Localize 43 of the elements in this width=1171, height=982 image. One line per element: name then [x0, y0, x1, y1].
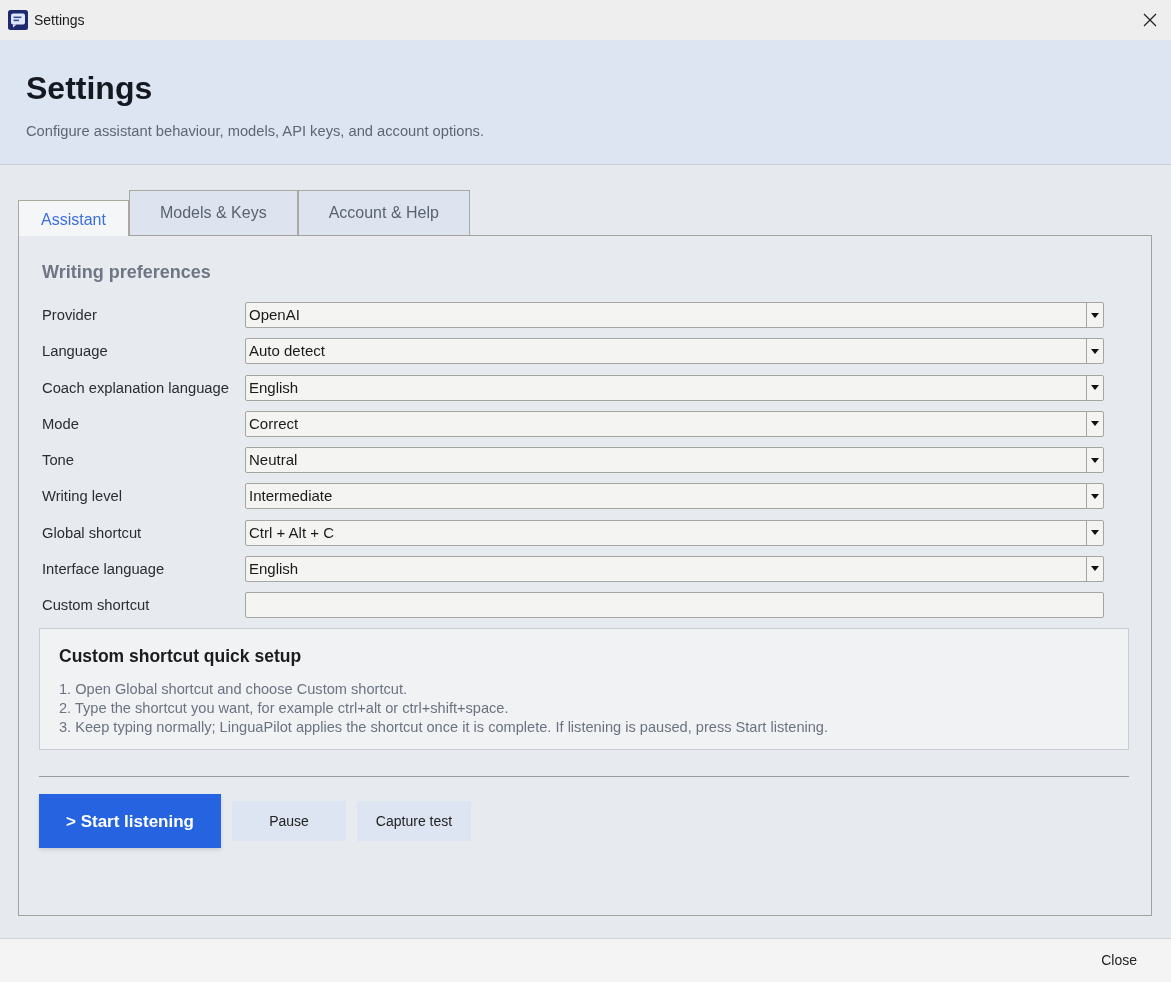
caret-icon — [1091, 385, 1099, 391]
app-icon — [8, 10, 28, 30]
instruction-line: 3. Keep typing normally; LinguaPilot applies the shortcut once it is complete. If listening is paused, press Start listening. — [59, 718, 829, 738]
caret-icon — [1091, 312, 1099, 318]
caret-icon — [1091, 348, 1099, 354]
page-title: Settings — [26, 69, 153, 108]
field-label: Tone — [42, 451, 75, 471]
tab[interactable]: Assistant — [18, 200, 129, 236]
tab[interactable]: Models & Keys — [128, 190, 298, 235]
dropdown[interactable]: Auto detect — [245, 338, 1104, 365]
field-label: Interface language — [42, 559, 166, 579]
field-label: Language — [42, 342, 109, 362]
field-label: Provider — [42, 306, 98, 326]
field-label: Writing level — [42, 487, 124, 507]
page-subtitle: Configure assistant behaviour, models, API keys, and account options. — [26, 122, 485, 140]
caret-icon — [1091, 457, 1099, 463]
window-title: Settings — [34, 10, 85, 30]
instruction-line: 2. Type the shortcut you want, for example ctrl+alt or ctrl+shift+space. — [59, 699, 509, 719]
field-label: Global shortcut — [42, 523, 143, 543]
caret-icon — [1091, 421, 1099, 427]
dropdown[interactable]: OpenAI — [245, 302, 1104, 329]
field-label: Custom shortcut — [42, 596, 151, 616]
dropdown[interactable]: English — [245, 555, 1104, 582]
close-button[interactable]: Close — [1101, 950, 1137, 971]
dropdown[interactable]: English — [245, 374, 1104, 401]
tab[interactable]: Account & Help — [297, 190, 470, 235]
caret-icon — [1091, 493, 1099, 499]
instruction-line: 1. Open Global shortcut and choose Custom shortcut. — [59, 680, 407, 700]
section-heading: Writing preferences — [41, 261, 211, 284]
action-button[interactable]: Capture test — [357, 801, 471, 842]
info-title: Custom shortcut quick setup — [59, 645, 302, 669]
field-label: Coach explanation language — [42, 378, 230, 398]
dropdown[interactable]: Ctrl + Alt + C — [245, 519, 1104, 546]
field-label: Mode — [42, 414, 80, 434]
caret-icon — [1091, 530, 1099, 536]
dropdown[interactable]: Correct — [245, 410, 1104, 437]
dropdown[interactable]: Intermediate — [245, 483, 1104, 510]
action-button[interactable]: Pause — [232, 801, 346, 842]
caret-icon — [1091, 566, 1099, 572]
close-icon[interactable] — [1143, 13, 1157, 27]
start-button[interactable]: > Start listening — [39, 794, 221, 849]
dropdown[interactable]: Neutral — [245, 447, 1104, 474]
input-field[interactable] — [245, 592, 1104, 619]
